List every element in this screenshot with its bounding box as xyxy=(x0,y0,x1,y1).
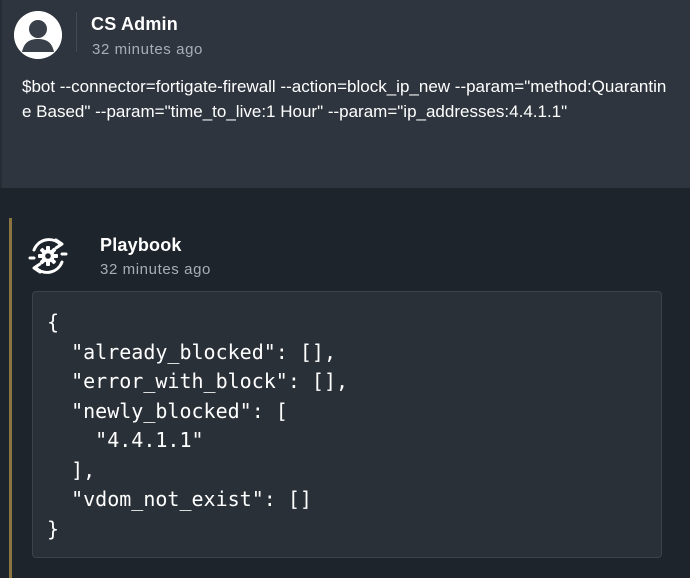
message-text: $bot --connector=fortigate-firewall --ac… xyxy=(22,77,667,121)
thread-accent-bar xyxy=(9,218,12,578)
message-timestamp: 32 minutes ago xyxy=(100,261,211,278)
chat-message-user: CS Admin 32 minutes ago $bot --connector… xyxy=(0,0,690,188)
playbook-gear-cycle-icon xyxy=(26,234,70,278)
chat-thread: CS Admin 32 minutes ago $bot --connector… xyxy=(0,0,690,578)
message-author[interactable]: Playbook xyxy=(100,235,182,256)
chat-message-playbook: Playbook 32 minutes ago { "already_block… xyxy=(0,188,690,578)
message-timestamp: 32 minutes ago xyxy=(92,41,203,58)
message-author[interactable]: CS Admin xyxy=(91,14,178,35)
json-code-block: { "already_blocked": [], "error_with_blo… xyxy=(32,291,662,558)
header-divider xyxy=(76,12,77,52)
json-code-text: { "already_blocked": [], "error_with_blo… xyxy=(47,310,349,541)
user-avatar-icon[interactable] xyxy=(14,11,62,59)
